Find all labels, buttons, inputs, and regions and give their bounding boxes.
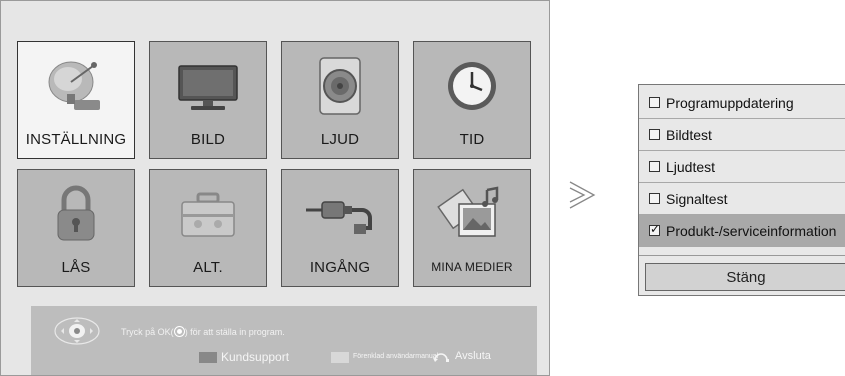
option-sound-test[interactable]: Ljudtest [639,151,845,183]
hint-prefix: Tryck på OK( [121,327,174,337]
option-label: Bildtest [666,126,712,143]
menu-tile-tid[interactable]: TID [413,41,531,159]
menu-tile-ingang[interactable]: INGÅNG [281,169,399,287]
divider [639,255,845,256]
tv-screen-icon [150,50,266,122]
option-picture-test[interactable]: Bildtest [639,119,845,151]
hint-instruction: Tryck på OK( ) för att ställa in program. [121,326,285,337]
hint-suffix: ) för att ställa in program. [184,327,285,337]
red-key-icon [199,352,217,363]
close-button[interactable]: Stäng [645,263,845,291]
satellite-dish-icon [18,50,134,122]
exit-label[interactable]: Avsluta [455,350,491,362]
checkbox[interactable] [649,129,660,140]
menu-tile-installning[interactable]: INSTÄLLNING [17,41,135,159]
option-signal-test[interactable]: Signaltest [639,183,845,215]
simple-manual-label[interactable]: Förenklad användarmanual [353,353,438,360]
menu-tile-alt[interactable]: ALT. [149,169,267,287]
hint-bar: Tryck på OK( ) för att ställa in program.… [31,306,537,375]
ok-button-icon [173,326,185,337]
toolbox-icon [150,178,266,250]
menu-tile-las[interactable]: LÅS [17,169,135,287]
menu-tile-bild[interactable]: BILD [149,41,267,159]
transition-arrow-icon [568,178,598,212]
back-arrow-icon [431,350,451,364]
option-label: Produkt-/serviceinformation [666,222,837,239]
tile-label: INGÅNG [309,259,371,276]
checkbox[interactable] [649,193,660,204]
checkbox[interactable] [649,161,660,172]
padlock-icon [18,178,134,250]
option-label: Signaltest [666,190,728,207]
customer-support-label[interactable]: Kundsupport [221,350,289,364]
tile-label: LÅS [61,259,91,276]
option-program-update[interactable]: Programuppdatering [639,87,845,119]
tile-label: MINA MEDIER [431,260,513,274]
tile-label: ALT. [193,259,223,276]
navigation-pad-icon [53,316,101,346]
option-product-service-info[interactable]: Produkt-/serviceinformation [639,215,845,247]
tile-label: TID [459,131,485,148]
cable-plug-icon [282,178,398,250]
clock-icon [414,50,530,122]
speaker-icon [282,50,398,122]
tile-label: BILD [190,131,226,148]
checkbox-checked[interactable] [649,222,660,236]
settings-submenu-popup: Programuppdatering Bildtest Ljudtest Sig… [638,84,845,296]
menu-tile-ljud[interactable]: LJUD [281,41,399,159]
checkbox[interactable] [649,97,660,108]
tile-label: LJUD [320,131,360,148]
main-menu-panel: INSTÄLLNING BILD LJUD TID LÅS ALT. INGÅN… [0,0,550,376]
option-label: Programuppdatering [666,94,794,111]
menu-tile-mina-medier[interactable]: MINA MEDIER [413,169,531,287]
green-key-icon [331,352,349,363]
tile-label: INSTÄLLNING [25,131,127,148]
option-label: Ljudtest [666,158,716,175]
media-photos-icon [414,178,530,250]
